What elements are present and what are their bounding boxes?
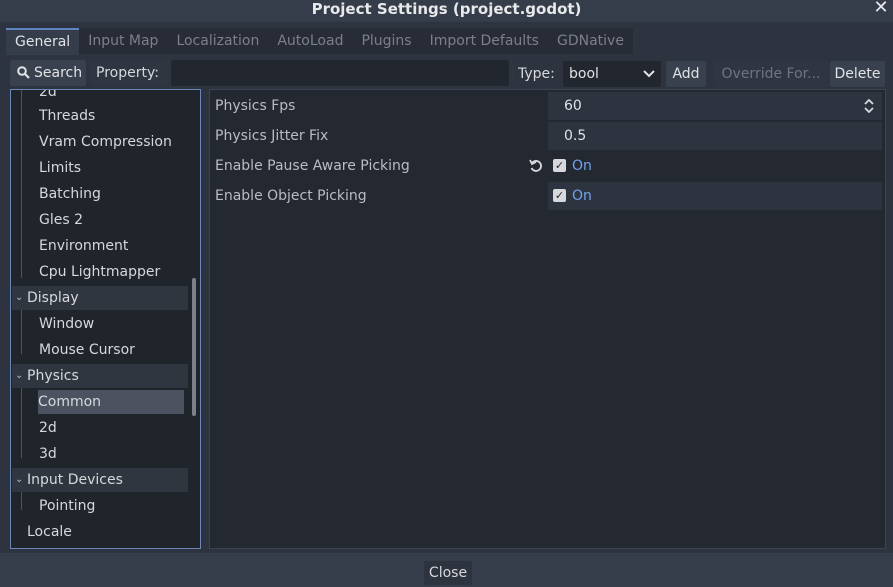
search-icon [17,66,30,79]
type-label: Type: [518,66,555,82]
tab-plugins[interactable]: Plugins [352,28,421,54]
tab-general[interactable]: General [6,28,80,55]
object-picking-toggle[interactable]: ✓ On [548,182,882,210]
property-name: Enable Pause Aware Picking [215,158,410,174]
chevron-down-icon[interactable]: ⌄ [15,286,23,310]
chevron-down-icon[interactable]: ⌄ [15,364,23,388]
search-button[interactable]: Search [10,60,86,86]
tree-item-batching[interactable]: Batching [12,182,188,206]
property-field-wrap: Property: [90,60,514,86]
tree-item-cpu-lightmapper[interactable]: Cpu Lightmapper [12,260,188,284]
tree-section-input-devices[interactable]: ⌄ Input Devices [12,468,188,492]
tab-autoload[interactable]: AutoLoad [268,28,353,54]
tree-scrollbar[interactable] [192,278,196,416]
checkbox-checked-icon[interactable]: ✓ [553,159,566,172]
tab-input-map[interactable]: Input Map [79,28,168,54]
chevron-down-icon [643,70,655,78]
tree-item-mouse-cursor[interactable]: Mouse Cursor [12,338,188,362]
tab-gdnative[interactable]: GDNative [547,28,633,54]
add-button[interactable]: Add [666,61,706,87]
tree-section-physics[interactable]: ⌄ Physics [12,364,188,388]
type-select[interactable]: bool [563,61,661,87]
property-name: Enable Object Picking [215,188,367,204]
property-name: Physics Jitter Fix [215,128,329,144]
property-toolbar: Search Property: Type: bool Add Override… [10,60,886,88]
tree-item-window[interactable]: Window [12,312,188,336]
tree-item-gles-2[interactable]: Gles 2 [12,208,188,232]
tree-item-2d[interactable]: 2d [12,90,188,104]
property-row-physics-fps: Physics Fps 60 [211,92,885,120]
window-title-text: Project Settings (project.godot) [311,0,582,18]
tree-item-physics-3d[interactable]: 3d [12,442,188,466]
property-label: Property: [96,65,159,81]
property-inspector: Physics Fps 60 Physics Jitter Fix 0.5 En… [209,89,886,549]
delete-button[interactable]: Delete [830,61,885,87]
search-button-label: Search [34,65,83,81]
property-row-physics-jitter-fix: Physics Jitter Fix 0.5 [211,122,885,150]
property-input[interactable] [171,60,509,86]
tree-item-physics-2d[interactable]: 2d [12,416,188,440]
chevron-down-icon[interactable]: ⌄ [15,468,23,492]
section-tree: 2d Threads Vram Compression Limits Batch… [10,89,201,549]
tree-section-display[interactable]: ⌄ Display [12,286,188,310]
tree-item-vram-compression[interactable]: Vram Compression [12,130,188,154]
physics-fps-spinbox[interactable]: 60 [548,92,882,120]
close-button[interactable]: Close [424,561,472,585]
property-value: On [572,188,592,204]
tree-section-locale[interactable]: Locale [12,520,188,544]
type-select-value: bool [569,66,599,82]
property-value: On [572,158,592,174]
revert-icon[interactable] [529,159,543,173]
settings-panel: General Input Map Localization AutoLoad … [0,22,893,553]
property-row-enable-object-picking: Enable Object Picking ✓ On [211,182,885,210]
window-title: Project Settings (project.godot) ✕ [0,0,893,20]
property-row-enable-pause-aware-picking: Enable Pause Aware Picking ✓ On [211,152,885,180]
physics-jitter-fix-field[interactable]: 0.5 [548,122,882,150]
tab-localization[interactable]: Localization [167,28,269,54]
updown-arrows-icon[interactable] [864,99,874,113]
tab-bar: General Input Map Localization AutoLoad … [6,28,633,56]
property-value: 0.5 [564,128,587,144]
property-value: 60 [564,98,582,114]
tree-item-limits[interactable]: Limits [12,156,188,180]
override-for-button[interactable]: Override For... [714,61,828,87]
pause-aware-picking-toggle[interactable]: ✓ On [548,152,882,180]
tree-item-environment[interactable]: Environment [12,234,188,258]
close-icon[interactable]: ✕ [873,0,889,17]
tree-item-threads[interactable]: Threads [12,104,188,128]
property-name: Physics Fps [215,98,296,114]
tab-import-defaults[interactable]: Import Defaults [420,28,548,54]
tree-item-common[interactable]: Common [38,390,184,414]
checkbox-checked-icon[interactable]: ✓ [553,189,566,202]
tree-item-pointing[interactable]: Pointing [12,494,188,518]
